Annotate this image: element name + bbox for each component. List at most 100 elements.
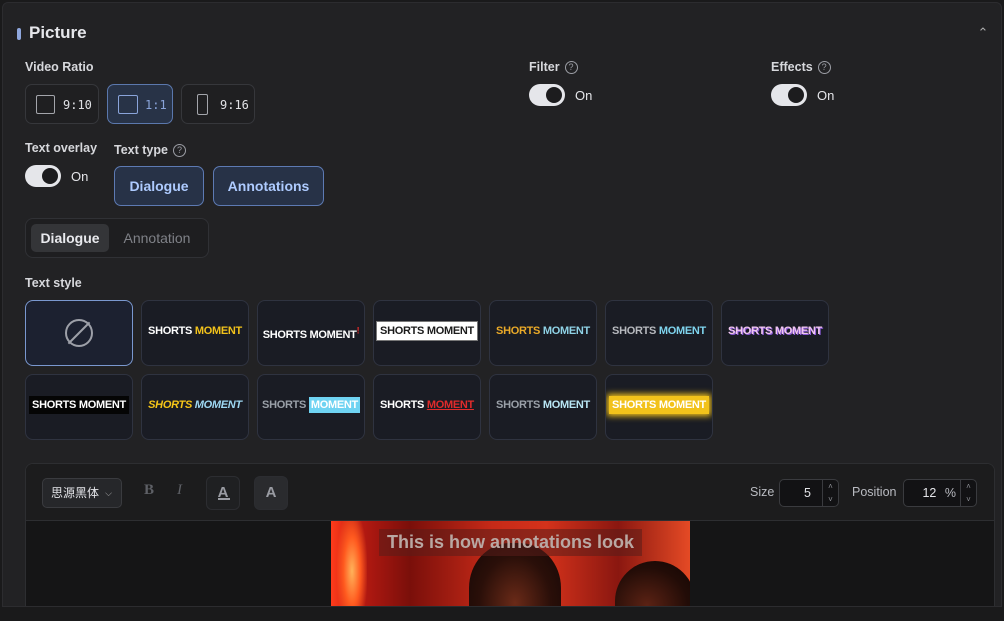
- text-style-part2: MOMENT: [542, 325, 590, 337]
- preview-figure: [615, 561, 690, 606]
- position-value: 12: [922, 486, 937, 500]
- text-style-sample-inner: SHORTS MOMENT: [609, 396, 709, 414]
- font-select-value: 思源黑体: [51, 486, 100, 500]
- tab-annotation[interactable]: Annotation: [114, 224, 200, 252]
- size-stepper: ˄ ˅: [822, 480, 838, 506]
- text-style-sample: SHORTS MOMENT: [490, 399, 596, 411]
- help-icon[interactable]: ?: [172, 144, 186, 157]
- text-style-sample: SHORTS MOMENT: [490, 325, 596, 337]
- text-style-part1: SHORTS: [612, 399, 659, 411]
- picture-panel: Picture ⌃ Video Ratio 9:10 1:1 9:16 Filt…: [2, 2, 1002, 607]
- text-style-option[interactable]: SHORTS MOMENT: [141, 300, 249, 366]
- preview-image: This is how annotations look: [331, 521, 690, 606]
- text-style-part1: SHORTS: [148, 325, 195, 337]
- help-icon[interactable]: ?: [817, 61, 831, 74]
- text-overlay-label: Text overlay: [25, 141, 98, 155]
- increment-icon[interactable]: ˄: [961, 480, 976, 493]
- effects-state: On: [817, 88, 835, 103]
- text-type-annotations-button[interactable]: Annotations: [213, 166, 324, 206]
- text-style-option[interactable]: SHORTS MOMENT: [25, 374, 133, 440]
- text-type-label: Text type?: [114, 143, 186, 157]
- annotation-editor: 思源黑体 ⌵ B I A A Size 5 ˄ ˅ Position 12 % ˄…: [25, 463, 995, 606]
- text-style-option[interactable]: SHORTS MOMENT: [141, 374, 249, 440]
- text-style-option[interactable]: SHORTS MOMENT: [721, 300, 829, 366]
- text-style-part1: SHORTS: [380, 325, 427, 337]
- toggle-knob: [42, 168, 58, 184]
- section-header[interactable]: Picture ⌃: [3, 3, 1001, 59]
- increment-icon[interactable]: ˄: [823, 480, 838, 493]
- text-style-part1: SHORTS: [496, 325, 543, 337]
- text-style-option[interactable]: SHORTS MOMENT: [373, 374, 481, 440]
- text-style-sample-inner: SHORTS MOMENT: [377, 322, 477, 340]
- chevron-down-icon: ⌵: [105, 488, 112, 498]
- text-style-option[interactable]: SHORTS MOMENT: [605, 374, 713, 440]
- help-icon[interactable]: ?: [564, 61, 578, 74]
- text-style-mark: !: [356, 325, 360, 335]
- text-overlay-toggle[interactable]: [25, 165, 61, 187]
- decrement-icon[interactable]: ˅: [961, 493, 976, 506]
- ratio-option-9-10[interactable]: 9:10: [25, 84, 99, 124]
- none-icon: [65, 319, 93, 347]
- text-style-part2: MOMENT: [194, 399, 242, 411]
- text-style-sample: SHORTS MOMENT: [606, 396, 712, 414]
- size-input[interactable]: 5 ˄ ˅: [779, 479, 839, 507]
- text-style-none[interactable]: [25, 300, 133, 366]
- decrement-icon[interactable]: ˅: [823, 493, 838, 506]
- ratio-option-1-1[interactable]: 1:1: [107, 84, 173, 124]
- section-accent-bar: [17, 28, 21, 40]
- preview-flame: [337, 521, 367, 606]
- underline-bar: [218, 498, 230, 500]
- text-style-part2: MOMENT: [194, 325, 242, 337]
- text-style-sample: SHORTS MOMENT: [142, 325, 248, 337]
- text-style-option[interactable]: SHORTS MOMENT: [605, 300, 713, 366]
- text-style-part2: MOMENT: [658, 399, 706, 411]
- text-style-option[interactable]: SHORTS MOMENT!: [257, 300, 365, 366]
- text-style-option[interactable]: SHORTS MOMENT: [257, 374, 365, 440]
- bold-button[interactable]: B: [144, 482, 154, 499]
- tab-dialogue[interactable]: Dialogue: [31, 224, 109, 252]
- text-style-sample-inner: SHORTS MOMENT: [148, 325, 242, 337]
- filter-toggle[interactable]: [529, 84, 565, 106]
- ratio-option-9-16[interactable]: 9:16: [181, 84, 255, 124]
- text-style-sample-inner: SHORTS MOMENT: [496, 399, 590, 411]
- text-style-part1: SHORTS: [262, 328, 310, 341]
- font-select[interactable]: 思源黑体 ⌵: [42, 478, 122, 508]
- text-color-button[interactable]: A: [206, 476, 240, 510]
- filter-label: Filter?: [529, 60, 578, 74]
- position-stepper: ˄ ˅: [960, 480, 976, 506]
- position-unit: %: [944, 486, 956, 500]
- italic-button[interactable]: I: [177, 482, 182, 499]
- text-style-part2: MOMENT: [78, 399, 126, 411]
- text-overlay-state: On: [71, 169, 89, 184]
- chevron-up-icon[interactable]: ⌃: [975, 25, 991, 40]
- effects-toggle[interactable]: [771, 84, 807, 106]
- text-style-sample-inner: SHORTS MOMENT: [29, 396, 129, 414]
- text-style-sample-inner: SHORTS MOMENT: [496, 325, 590, 337]
- text-style-sample-inner: SHORTS MOMENT!: [262, 325, 360, 341]
- text-style-part2: MOMENT: [426, 325, 474, 337]
- filter-state: On: [575, 88, 593, 103]
- text-style-option[interactable]: SHORTS MOMENT: [373, 300, 481, 366]
- preview-annotation-text: This is how annotations look: [379, 529, 643, 556]
- text-style-part1: SHORTS: [262, 399, 309, 411]
- text-style-part2: MOMENT: [309, 328, 357, 341]
- text-style-option[interactable]: SHORTS MOMENT: [489, 374, 597, 440]
- text-style-option[interactable]: SHORTS MOMENT: [489, 300, 597, 366]
- position-input[interactable]: 12 % ˄ ˅: [903, 479, 977, 507]
- text-type-dialogue-button[interactable]: Dialogue: [114, 166, 204, 206]
- text-style-sample-inner: SHORTS MOMENT: [380, 399, 474, 411]
- text-style-part2: MOMENT: [308, 397, 360, 413]
- text-style-part1: SHORTS: [612, 325, 659, 337]
- text-style-sample: SHORTS MOMENT: [26, 396, 132, 414]
- size-label: Size: [750, 485, 775, 499]
- text-style-sample: SHORTS MOMENT: [142, 399, 248, 411]
- editor-toolbar: 思源黑体 ⌵ B I A A Size 5 ˄ ˅ Position 12 % ˄…: [26, 464, 994, 521]
- toggle-knob: [546, 87, 562, 103]
- effects-label: Effects?: [771, 60, 831, 74]
- video-ratio-label: Video Ratio: [25, 60, 94, 74]
- text-style-part1: SHORTS: [728, 325, 775, 337]
- text-background-button[interactable]: A: [254, 476, 288, 510]
- position-label: Position: [852, 485, 897, 499]
- text-style-part1: SHORTS: [148, 399, 195, 411]
- text-style-sample-inner: SHORTS MOMENT: [612, 325, 706, 337]
